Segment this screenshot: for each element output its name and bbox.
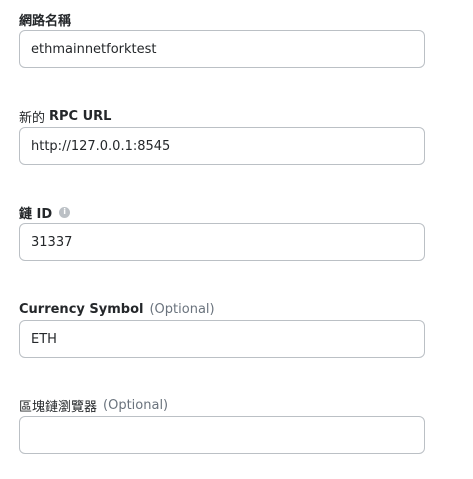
network-name-label-text: 網路名稱: [19, 13, 72, 29]
info-icon[interactable]: i: [59, 206, 71, 218]
block-explorer-label-text: 區塊鏈瀏覽器: [19, 399, 98, 415]
block-explorer-field: 區塊鏈瀏覽器 (Optional): [19, 395, 425, 454]
rpc-url-label-prefix: 新的: [19, 110, 46, 126]
currency-symbol-label: Currency Symbol (Optional): [19, 299, 425, 319]
rpc-url-input[interactable]: [19, 127, 425, 165]
network-name-input[interactable]: [19, 30, 425, 68]
block-explorer-optional: (Optional): [103, 397, 169, 413]
currency-symbol-field: Currency Symbol (Optional): [19, 299, 425, 358]
chain-id-label: 鏈 ID i: [19, 202, 425, 222]
rpc-url-label-strong: RPC URL: [49, 108, 112, 124]
currency-symbol-optional: (Optional): [149, 301, 215, 317]
chain-id-field: 鏈 ID i: [19, 202, 425, 261]
currency-symbol-input[interactable]: [19, 320, 425, 358]
network-name-label: 網路名稱: [19, 9, 425, 29]
rpc-url-field: 新的 RPC URL: [19, 106, 425, 165]
network-form: 網路名稱 新的 RPC URL 鏈 ID i Currency Symbol (…: [0, 0, 473, 479]
currency-symbol-label-text: Currency Symbol: [19, 301, 144, 317]
network-name-field: 網路名稱: [19, 9, 425, 68]
chain-id-label-text: 鏈 ID: [19, 206, 53, 222]
chain-id-input[interactable]: [19, 223, 425, 261]
block-explorer-input[interactable]: [19, 416, 425, 454]
rpc-url-label: 新的 RPC URL: [19, 106, 425, 126]
block-explorer-label: 區塊鏈瀏覽器 (Optional): [19, 395, 425, 415]
